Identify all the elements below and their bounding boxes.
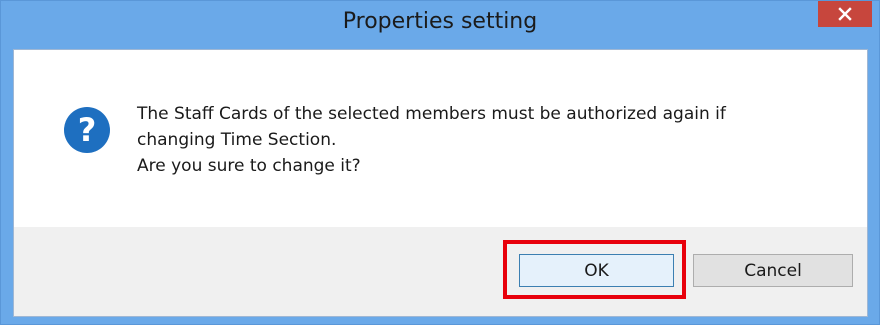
message-line: Are you sure to change it?	[137, 156, 361, 176]
svg-text:?: ?	[78, 111, 97, 149]
close-button[interactable]	[818, 1, 872, 27]
close-icon	[838, 7, 852, 21]
dialog-body: ? The Staff Cards of the selected member…	[13, 49, 868, 317]
cancel-button[interactable]: Cancel	[693, 254, 853, 287]
title-bar[interactable]: Properties setting	[1, 1, 879, 43]
message-text: The Staff Cards of the selected members …	[137, 101, 847, 179]
window-title: Properties setting	[342, 9, 538, 34]
ok-button[interactable]: OK	[519, 254, 674, 287]
question-icon: ?	[64, 107, 110, 153]
message-area: ? The Staff Cards of the selected member…	[14, 50, 867, 227]
properties-setting-dialog: Properties setting ? The Staff Cards of …	[0, 0, 880, 325]
button-strip: OK Cancel	[14, 227, 867, 316]
message-line: changing Time Section.	[137, 130, 337, 150]
message-line: The Staff Cards of the selected members …	[137, 104, 726, 124]
